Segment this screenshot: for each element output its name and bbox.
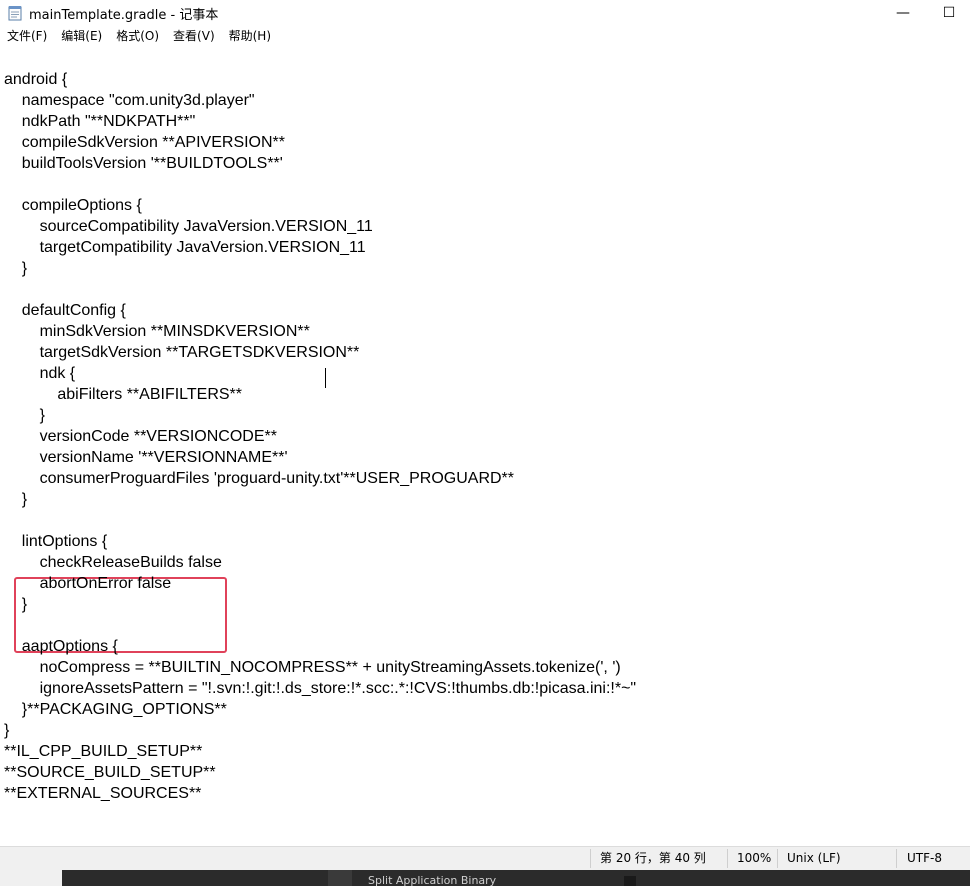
menu-file[interactable]: 文件(F) — [0, 26, 54, 47]
code-line: consumerProguardFiles 'proguard-unity.tx… — [4, 470, 514, 487]
background-window-text: Split Application Binary — [368, 874, 497, 886]
code-line: compileSdkVersion **APIVERSION** — [4, 134, 286, 151]
menu-view[interactable]: 查看(V) — [166, 26, 222, 47]
code-line: aaptOptions { — [4, 638, 118, 655]
background-panel — [0, 870, 62, 886]
code-line: abiFilters **ABIFILTERS** — [4, 386, 242, 403]
menu-edit[interactable]: 编辑(E) — [54, 26, 109, 47]
code-line: compileOptions { — [4, 197, 142, 214]
code-line: **SOURCE_BUILD_SETUP** — [4, 764, 216, 781]
code-line: **EXTERNAL_SOURCES** — [4, 785, 202, 802]
code-line: **IL_CPP_BUILD_SETUP** — [4, 743, 203, 760]
status-separator — [777, 849, 778, 868]
code-line: } — [4, 722, 10, 739]
minimize-button[interactable]: — — [880, 0, 926, 26]
status-separator — [590, 849, 591, 868]
code-line: } — [4, 491, 28, 508]
code-line: versionName '**VERSIONNAME**' — [4, 449, 288, 466]
code-line: abortOnError false — [4, 575, 172, 592]
code-line: ndk { — [4, 365, 76, 382]
status-zoom: 100% — [737, 851, 772, 865]
code-line: noCompress = **BUILTIN_NOCOMPRESS** + un… — [4, 659, 621, 676]
code-line: versionCode **VERSIONCODE** — [4, 428, 277, 445]
code-line: } — [4, 260, 28, 277]
status-encoding: UTF-8 — [907, 851, 942, 865]
window-title: mainTemplate.gradle - 记事本 — [29, 7, 219, 23]
code-line: } — [4, 407, 45, 424]
code-line: targetCompatibility JavaVersion.VERSION_… — [4, 239, 366, 256]
code-line: }**PACKAGING_OPTIONS** — [4, 701, 227, 718]
menu-help[interactable]: 帮助(H) — [222, 26, 278, 47]
background-panel — [328, 870, 352, 886]
code-line: sourceCompatibility JavaVersion.VERSION_… — [4, 218, 373, 235]
text-editor[interactable]: android { namespace "com.unity3d.player"… — [0, 47, 970, 846]
code-line: android { — [4, 71, 68, 88]
code-line: ndkPath "**NDKPATH**" — [4, 113, 196, 130]
code-line: ignoreAssetsPattern = "!.svn:!.git:!.ds_… — [4, 680, 637, 697]
text-caret — [325, 368, 326, 388]
background-checkbox — [624, 876, 636, 886]
code-line: buildToolsVersion '**BUILDTOOLS**' — [4, 155, 283, 172]
code-line: lintOptions { — [4, 533, 108, 550]
code-line: checkReleaseBuilds false — [4, 554, 222, 571]
code-line: defaultConfig { — [4, 302, 126, 319]
menu-bar: 文件(F) 编辑(E) 格式(O) 查看(V) 帮助(H) — [0, 26, 970, 47]
code-line: targetSdkVersion **TARGETSDKVERSION** — [4, 344, 360, 361]
status-separator — [896, 849, 897, 868]
status-cursor-position: 第 20 行，第 40 列 — [600, 851, 706, 865]
code-line: } — [4, 596, 28, 613]
maximize-button[interactable]: ☐ — [926, 0, 970, 26]
title-bar: mainTemplate.gradle - 记事本 — [0, 0, 970, 26]
menu-format[interactable]: 格式(O) — [109, 26, 166, 47]
status-bar: 第 20 行，第 40 列 100% Unix (LF) UTF-8 — [0, 846, 970, 870]
background-window-strip: Split Application Binary — [0, 870, 970, 886]
code-line: minSdkVersion **MINSDKVERSION** — [4, 323, 310, 340]
status-separator — [727, 849, 728, 868]
code-line: namespace "com.unity3d.player" — [4, 92, 255, 109]
status-line-ending: Unix (LF) — [787, 851, 841, 865]
notepad-icon — [8, 5, 22, 21]
